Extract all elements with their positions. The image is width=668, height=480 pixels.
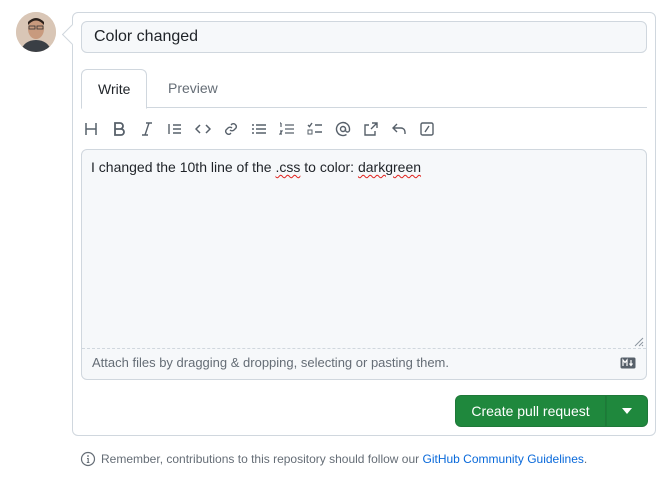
create-pull-request-button[interactable]: Create pull request (455, 395, 606, 427)
markdown-icon[interactable] (620, 357, 636, 369)
tab-write[interactable]: Write (81, 69, 147, 109)
slash-command-icon[interactable] (415, 117, 439, 141)
resize-handle-icon[interactable] (634, 337, 644, 347)
link-icon[interactable] (219, 117, 243, 141)
info-icon (80, 451, 96, 467)
editor-tabs: Write Preview (81, 69, 647, 109)
comment-body-textarea[interactable]: I changed the 10th line of the .css to c… (81, 149, 647, 380)
attach-files-hint[interactable]: Attach files by dragging & dropping, sel… (82, 348, 646, 379)
ordered-list-icon[interactable] (275, 117, 299, 141)
code-icon[interactable] (191, 117, 215, 141)
title-input[interactable] (81, 21, 647, 53)
triangle-down-icon (622, 408, 632, 414)
cross-reference-icon[interactable] (359, 117, 383, 141)
comment-card: Write Preview (72, 12, 656, 436)
guidelines-text: Remember, contributions to this reposito… (101, 452, 420, 466)
italic-icon[interactable] (135, 117, 159, 141)
guidelines-suffix: . (583, 452, 588, 466)
reply-icon[interactable] (387, 117, 411, 141)
bold-icon[interactable] (107, 117, 131, 141)
unordered-list-icon[interactable] (247, 117, 271, 141)
markdown-toolbar (81, 117, 647, 141)
create-pr-button-group: Create pull request (455, 395, 648, 427)
tab-preview[interactable]: Preview (152, 69, 234, 108)
guidelines-note: Remember, contributions to this reposito… (80, 451, 587, 467)
mention-icon[interactable] (331, 117, 355, 141)
avatar[interactable] (16, 12, 56, 52)
comment-body-text[interactable]: I changed the 10th line of the .css to c… (91, 159, 421, 175)
task-list-icon[interactable] (303, 117, 327, 141)
create-pr-dropdown-button[interactable] (606, 395, 648, 427)
heading-icon[interactable] (79, 117, 103, 141)
quote-icon[interactable] (163, 117, 187, 141)
community-guidelines-link[interactable]: GitHub Community Guidelines (423, 452, 584, 466)
